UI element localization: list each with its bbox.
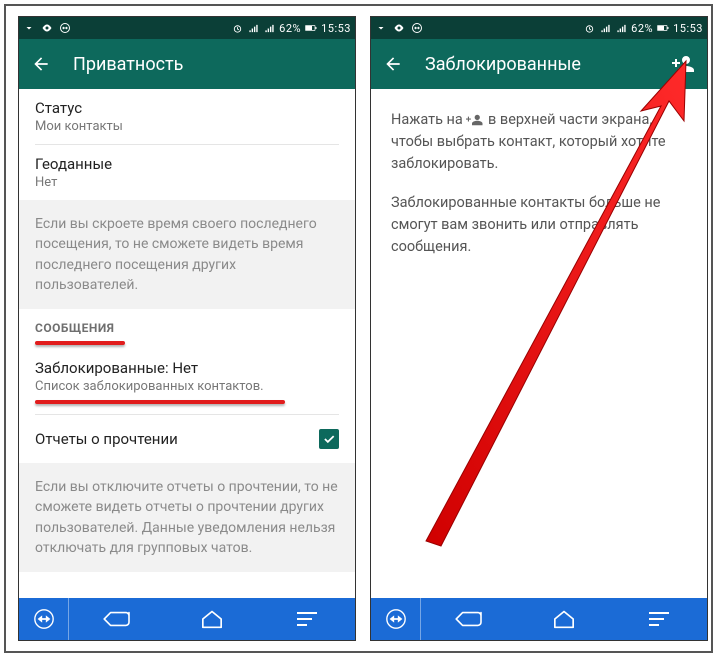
- info-paragraph-2: Заблокированные контакты больше не смогу…: [391, 192, 687, 257]
- annotation-underline: [35, 400, 285, 404]
- setting-status[interactable]: Статус Мои контакты: [19, 89, 355, 144]
- add-contact-button[interactable]: [669, 50, 697, 78]
- nav-back-button[interactable]: [87, 609, 147, 629]
- clock-time: 15:53: [321, 22, 351, 35]
- setting-geodata[interactable]: Геоданные Нет: [19, 145, 355, 200]
- setting-read-reports[interactable]: Отчеты о прочтении: [19, 415, 355, 463]
- signal-icon: [599, 22, 611, 34]
- nav-home-button[interactable]: [534, 609, 594, 629]
- info-paragraph-1: Нажать на в верхней части экрана, чтобы …: [391, 109, 687, 174]
- setting-title: Геоданные: [35, 155, 339, 173]
- setting-sub: Мои контакты: [35, 119, 339, 134]
- status-bar: 62% 15:53: [371, 17, 707, 39]
- nav-back-button[interactable]: [439, 609, 499, 629]
- checkbox-checked[interactable]: [319, 429, 339, 449]
- clock-time: 15:53: [673, 22, 703, 35]
- nav-bar: [371, 598, 707, 640]
- status-bar: 62% 15:53: [19, 17, 355, 39]
- teamviewer-icon: [411, 22, 423, 34]
- section-header-messages: СООБЩЕНИЯ: [19, 309, 355, 341]
- blocked-content: Нажать на в верхней части экрана, чтобы …: [371, 89, 707, 598]
- nav-app-button[interactable]: [371, 598, 421, 640]
- note-read-reports: Если вы отключите отчеты о прочтении, то…: [19, 463, 355, 572]
- phone-left: 62% 15:53 Приватность Статус Мои контакт…: [18, 16, 356, 641]
- signal-icon-2: [263, 22, 275, 34]
- setting-title: Статус: [35, 99, 339, 117]
- nav-recent-button[interactable]: [629, 611, 689, 627]
- setting-sub: Список заблокированных контактов.: [35, 379, 339, 394]
- setting-blocked[interactable]: Заблокированные: Нет Список заблокирован…: [19, 345, 355, 396]
- back-button[interactable]: [381, 52, 405, 76]
- battery-percent: 62%: [279, 22, 301, 35]
- settings-content: Статус Мои контакты Геоданные Нет Если в…: [19, 89, 355, 598]
- alarm-icon: [231, 22, 243, 34]
- alarm-icon: [583, 22, 595, 34]
- battery-icon: [305, 22, 317, 34]
- setting-sub: Нет: [35, 175, 339, 190]
- back-button[interactable]: [29, 52, 53, 76]
- app-bar: Приватность: [19, 39, 355, 89]
- nav-bar: [19, 598, 355, 640]
- setting-title: Заблокированные: Нет: [35, 359, 339, 377]
- eye-icon: [41, 22, 53, 34]
- battery-icon: [657, 22, 669, 34]
- nav-home-button[interactable]: [182, 609, 242, 629]
- appbar-title: Заблокированные: [425, 54, 669, 75]
- person-add-icon: [466, 113, 484, 127]
- eye-icon: [393, 22, 405, 34]
- chevron-down-icon: [23, 22, 35, 34]
- signal-icon: [247, 22, 259, 34]
- appbar-title: Приватность: [73, 54, 345, 75]
- app-bar: Заблокированные: [371, 39, 707, 89]
- battery-percent: 62%: [631, 22, 653, 35]
- signal-icon-2: [615, 22, 627, 34]
- teamviewer-icon: [59, 22, 71, 34]
- nav-recent-button[interactable]: [277, 611, 337, 627]
- nav-app-button[interactable]: [19, 598, 69, 640]
- phone-right: 62% 15:53 Заблокированные Нажать на в ве…: [370, 16, 708, 641]
- note-last-seen: Если вы скроете время своего последнего …: [19, 200, 355, 309]
- setting-title: Отчеты о прочтении: [35, 430, 319, 448]
- chevron-down-icon: [375, 22, 387, 34]
